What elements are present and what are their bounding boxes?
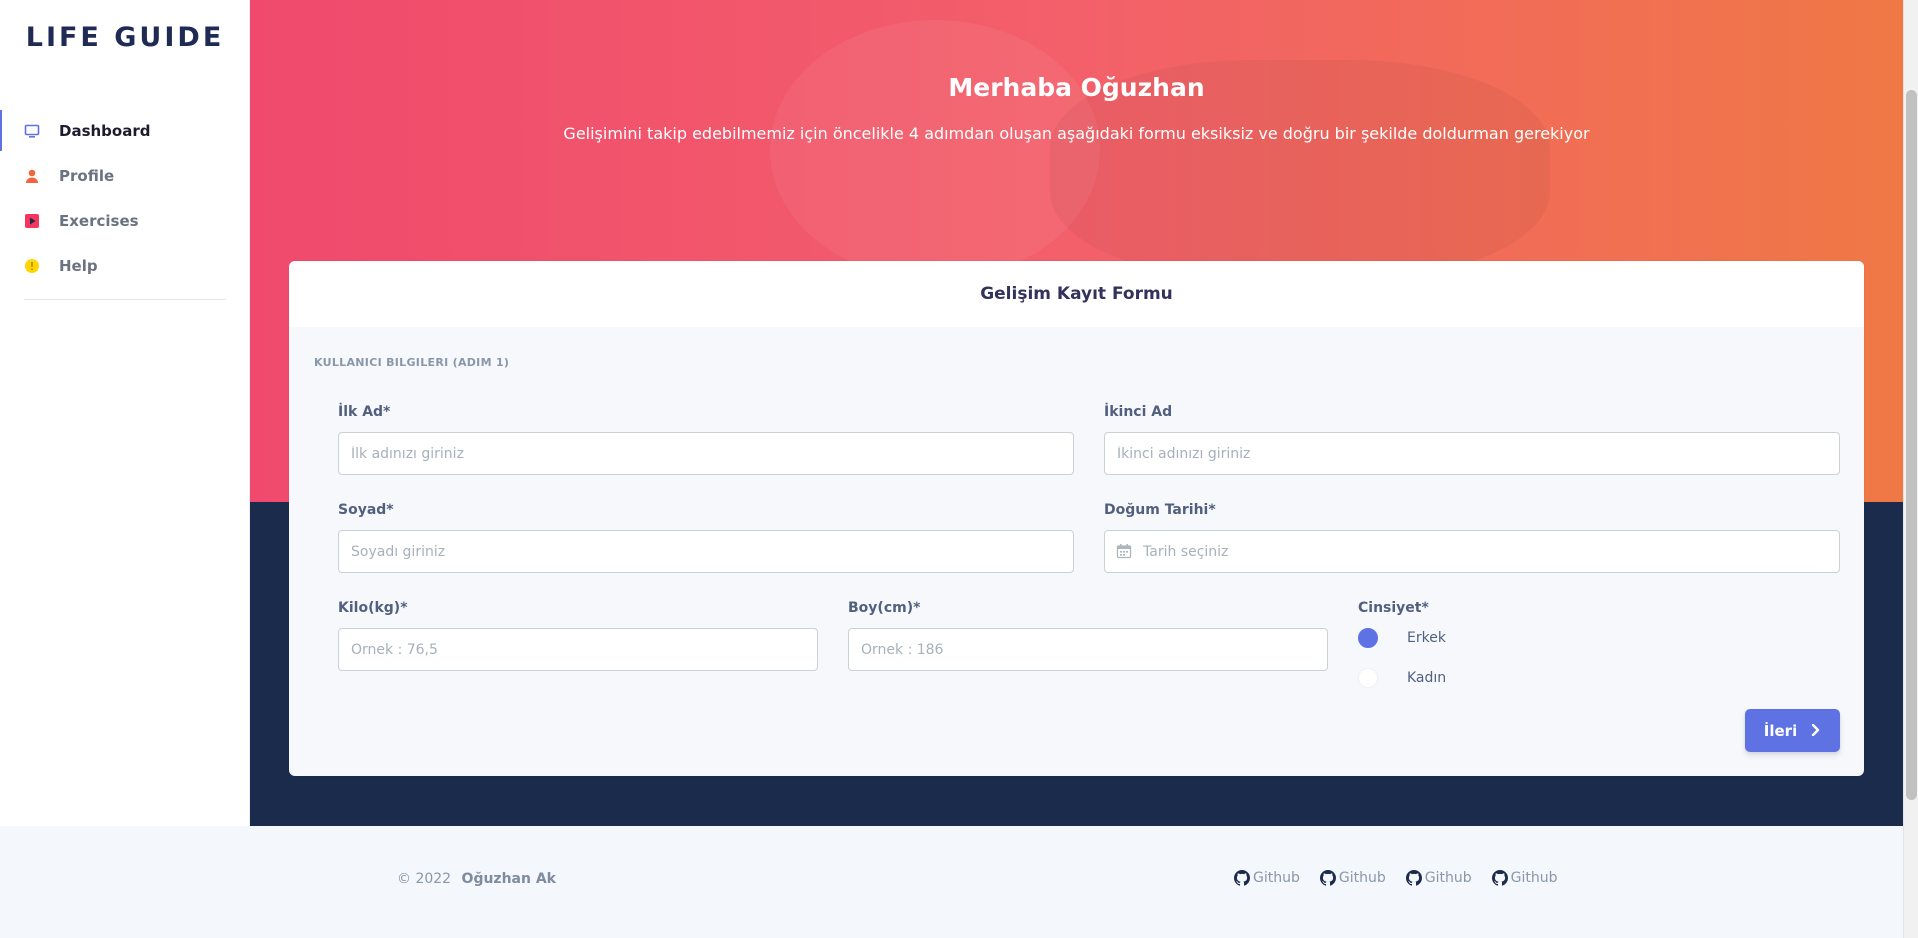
next-button-label: İleri xyxy=(1763,721,1798,740)
form-title: Gelişim Kayıt Formu xyxy=(289,261,1864,327)
height-input[interactable] xyxy=(848,628,1328,671)
github-link-label: Github xyxy=(1424,870,1472,886)
gender-option-male[interactable]: Erkek xyxy=(1358,628,1446,648)
birth-date-label: Doğum Tarihi* xyxy=(1104,502,1216,518)
radio-button-checked[interactable] xyxy=(1358,628,1378,648)
footer: © 2022 Oğuzhan Ak Github Github Github G… xyxy=(0,826,1903,938)
sidebar-divider xyxy=(24,299,226,300)
sidebar-item-dashboard[interactable]: Dashboard xyxy=(0,108,250,153)
github-link[interactable]: Github xyxy=(1491,870,1558,886)
info-icon xyxy=(24,258,40,274)
step-heading: KULLANICI BILGILERI (ADIM 1) xyxy=(314,356,510,369)
height-label: Boy(cm)* xyxy=(848,600,921,616)
sidebar: LIFE GUIDE Dashboard Profile Exercises H… xyxy=(0,0,250,826)
middle-name-label: İkinci Ad xyxy=(1104,404,1173,420)
scrollbar-thumb[interactable] xyxy=(1906,90,1917,800)
github-link[interactable]: Github xyxy=(1234,870,1300,886)
birth-date-input[interactable] xyxy=(1104,530,1840,573)
sidebar-item-label: Dashboard xyxy=(59,121,151,140)
hero-subtitle: Gelişimini takip edebilmemiz için önceli… xyxy=(563,124,1590,143)
sidebar-item-label: Exercises xyxy=(59,211,139,230)
brand-logo[interactable]: LIFE GUIDE xyxy=(0,22,250,53)
sidebar-item-profile[interactable]: Profile xyxy=(0,153,250,198)
footer-links: Github Github Github Github xyxy=(1234,870,1578,886)
copyright-year: © 2022 xyxy=(397,871,452,887)
github-link-label: Github xyxy=(1253,870,1300,886)
github-icon xyxy=(1405,870,1422,886)
first-name-label: İlk Ad* xyxy=(338,404,391,420)
github-link-label: Github xyxy=(1338,870,1386,886)
hero-title: Merhaba Oğuzhan xyxy=(948,73,1205,102)
chevron-right-icon xyxy=(1811,722,1821,740)
birth-date-field xyxy=(1104,530,1840,573)
sidebar-item-label: Profile xyxy=(59,166,115,185)
middle-name-input[interactable] xyxy=(1104,432,1840,475)
weight-label: Kilo(kg)* xyxy=(338,600,408,616)
last-name-input[interactable] xyxy=(338,530,1074,573)
weight-input[interactable] xyxy=(338,628,818,671)
github-icon xyxy=(1234,870,1250,886)
gender-option-female[interactable]: Kadın xyxy=(1358,668,1446,688)
user-icon xyxy=(24,168,40,184)
author-link[interactable]: Oğuzhan Ak xyxy=(462,871,556,887)
copyright: © 2022 Oğuzhan Ak xyxy=(397,871,556,887)
radio-button[interactable] xyxy=(1358,668,1378,688)
registration-form-card: Gelişim Kayıt Formu KULLANICI BILGILERI … xyxy=(289,261,1864,776)
calendar-icon xyxy=(1116,543,1132,559)
sidebar-item-help[interactable]: Help xyxy=(0,243,250,288)
monitor-icon xyxy=(24,123,40,139)
radio-label: Kadın xyxy=(1407,670,1447,686)
first-name-input[interactable] xyxy=(338,432,1074,475)
radio-label: Erkek xyxy=(1407,630,1446,646)
github-icon xyxy=(1491,870,1508,886)
gender-label: Cinsiyet* xyxy=(1358,600,1429,616)
next-button[interactable]: İleri xyxy=(1745,709,1840,752)
last-name-label: Soyad* xyxy=(338,502,394,518)
sidebar-item-label: Help xyxy=(59,256,98,275)
page-scrollbar[interactable] xyxy=(1903,0,1918,938)
sidebar-nav: Dashboard Profile Exercises Help xyxy=(0,108,250,288)
play-icon xyxy=(24,213,40,229)
sidebar-item-exercises[interactable]: Exercises xyxy=(0,198,250,243)
github-icon xyxy=(1319,870,1336,886)
github-link-label: Github xyxy=(1510,870,1558,886)
github-link[interactable]: Github xyxy=(1319,870,1386,886)
github-link[interactable]: Github xyxy=(1405,870,1472,886)
